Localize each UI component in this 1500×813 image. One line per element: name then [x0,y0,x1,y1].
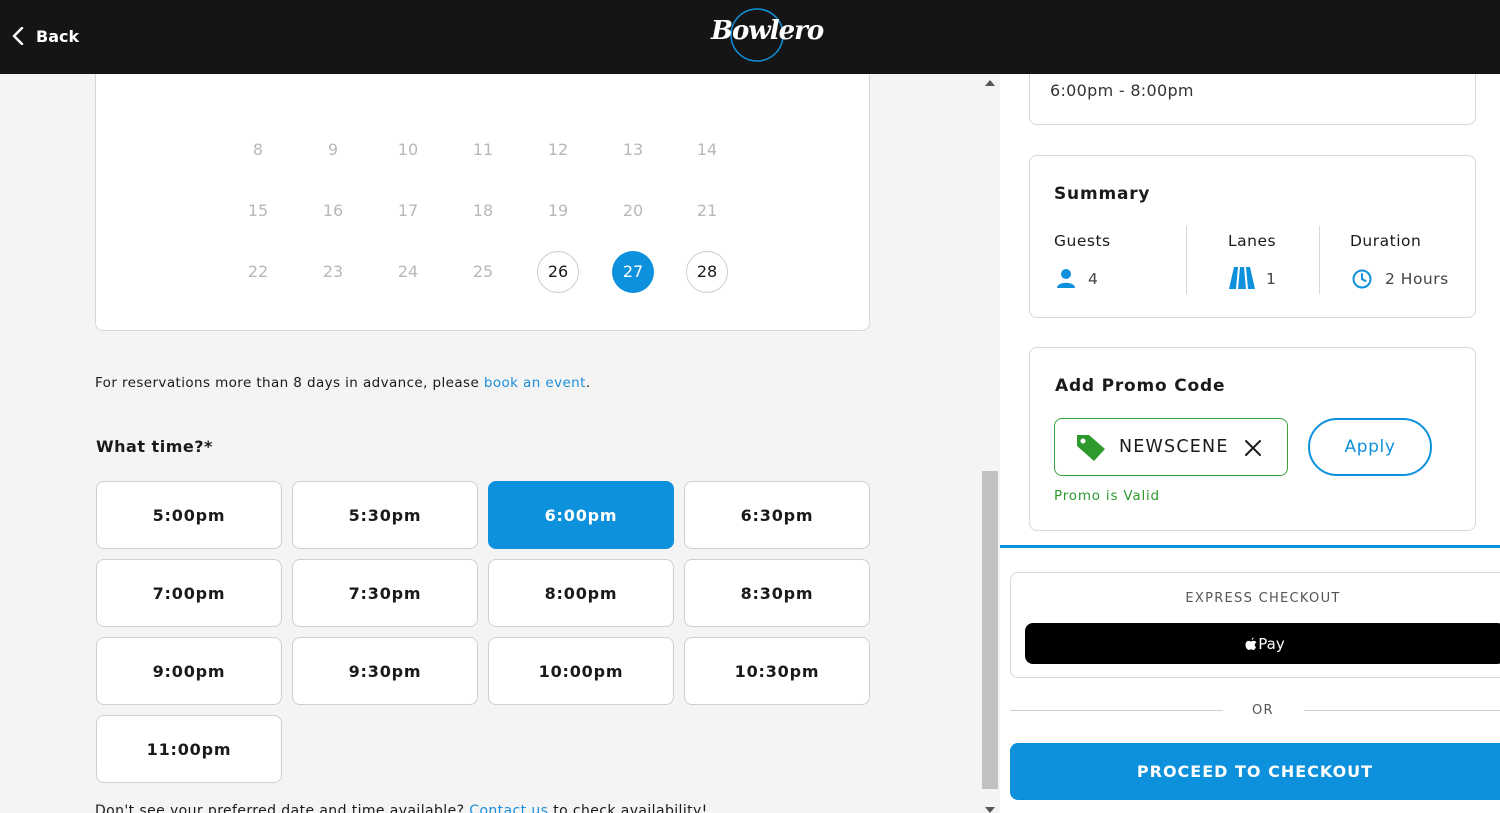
promo-title: Add Promo Code [1055,376,1226,396]
logo-text: Bowlero [711,16,824,46]
contact-us-link[interactable]: Contact us [469,803,548,813]
express-checkout-card: EXPRESS CHECKOUT Pay [1010,572,1500,678]
left-pane-scrollbar[interactable] [980,74,1000,813]
lanes-icon [1229,267,1255,289]
summary-title: Summary [1054,184,1151,204]
calendar-day: 24 [397,262,419,281]
advance-note-text: For reservations more than 8 days in adv… [95,375,484,391]
calendar-day: 10 [397,140,419,159]
proceed-to-checkout-button[interactable]: PROCEED TO CHECKOUT [1010,743,1500,800]
duration-value: 2 Hours [1385,270,1449,288]
time-slot[interactable]: 9:00pm [96,637,282,705]
time-slot-selected[interactable]: 6:00pm [488,481,674,549]
booking-time-card: 6:00pm - 8:00pm [1029,74,1476,125]
time-slot[interactable]: 8:30pm [684,559,870,627]
calendar-day: 8 [252,140,264,159]
calendar-day[interactable]: 26 [537,251,579,293]
or-line-left [1010,710,1223,711]
scroll-up-arrow-icon[interactable] [985,80,995,86]
or-label: OR [1252,703,1274,718]
calendar-day: 11 [472,140,494,159]
chevron-left-icon [12,27,24,45]
calendar-day: 18 [472,201,494,220]
booking-form-pane: 8 9 10 11 12 13 14 15 16 17 18 19 20 21 22 23 24 25 26 27 28… [0,74,980,813]
time-slot[interactable]: 7:00pm [96,559,282,627]
summary-card: Summary Guests 4 Lanes 1 Duration 2 Hour… [1029,155,1476,318]
back-label: Back [36,26,80,46]
advance-booking-note: For reservations more than 8 days in adv… [95,375,591,391]
summary-divider [1186,226,1187,294]
calendar-day: 13 [622,140,644,159]
availability-note-suffix: to check availability! [548,803,708,813]
time-slot[interactable]: 6:30pm [684,481,870,549]
time-slot[interactable]: 8:00pm [488,559,674,627]
promo-code-value: NEWSCENE [1119,437,1229,457]
promo-card: Add Promo Code NEWSCENE Apply Promo is V… [1029,347,1476,531]
calendar-day: 22 [247,262,269,281]
availability-note: Don't see your preferred date and time a… [95,803,708,813]
calendar-day: 23 [322,262,344,281]
time-slot[interactable]: 5:30pm [292,481,478,549]
calendar-day: 17 [397,201,419,220]
date-calendar: 8 9 10 11 12 13 14 15 16 17 18 19 20 21 22 23 24 25 26 27 28 [95,74,870,331]
calendar-day: 19 [547,201,569,220]
bowlero-logo[interactable]: Bowlero [711,6,824,64]
book-event-link[interactable]: book an event [484,375,586,391]
availability-note-text: Don't see your preferred date and time a… [95,803,470,813]
lanes-label: Lanes [1228,232,1277,250]
calendar-day: 12 [547,140,569,159]
time-slot[interactable]: 10:30pm [684,637,870,705]
lanes-value: 1 [1266,270,1277,288]
order-summary-pane: 6:00pm - 8:00pm Summary Guests 4 Lanes 1… [1000,74,1500,813]
time-section-label: What time?* [96,437,213,456]
calendar-day[interactable]: 28 [686,251,728,293]
time-slot[interactable]: 9:30pm [292,637,478,705]
tag-icon [1077,435,1105,461]
calendar-day: 25 [472,262,494,281]
person-icon [1057,269,1075,288]
calendar-day: 9 [327,140,339,159]
advance-note-suffix: . [585,375,591,391]
scroll-down-arrow-icon[interactable] [985,807,995,813]
calendar-day: 20 [622,201,644,220]
close-icon[interactable] [1244,439,1262,457]
promo-code-input[interactable]: NEWSCENE [1054,418,1288,476]
apple-logo-icon [1245,637,1257,650]
time-slot[interactable]: 7:30pm [292,559,478,627]
guests-value: 4 [1088,270,1099,288]
section-divider [1000,545,1500,548]
calendar-day-selected[interactable]: 27 [612,251,654,293]
scroll-thumb[interactable] [982,471,998,789]
time-slot[interactable]: 5:00pm [96,481,282,549]
apply-promo-button[interactable]: Apply [1308,418,1432,476]
apple-pay-label: Pay [1258,634,1285,653]
calendar-day: 15 [247,201,269,220]
calendar-day: 14 [696,140,718,159]
or-separator: OR [1010,701,1500,721]
top-bar: Back Bowlero [0,0,1500,74]
duration-label: Duration [1350,232,1422,250]
summary-divider [1319,226,1320,294]
time-slot[interactable]: 11:00pm [96,715,282,783]
calendar-day: 21 [696,201,718,220]
or-line-right [1304,710,1500,711]
calendar-day: 16 [322,201,344,220]
express-checkout-label: EXPRESS CHECKOUT [1185,591,1341,606]
back-button[interactable]: Back [12,22,79,50]
guests-label: Guests [1054,232,1111,250]
clock-icon [1352,269,1372,289]
booking-time-range: 6:00pm - 8:00pm [1050,81,1194,100]
apple-pay-button[interactable]: Pay [1025,623,1500,664]
time-slot[interactable]: 10:00pm [488,637,674,705]
promo-status: Promo is Valid [1054,488,1160,504]
